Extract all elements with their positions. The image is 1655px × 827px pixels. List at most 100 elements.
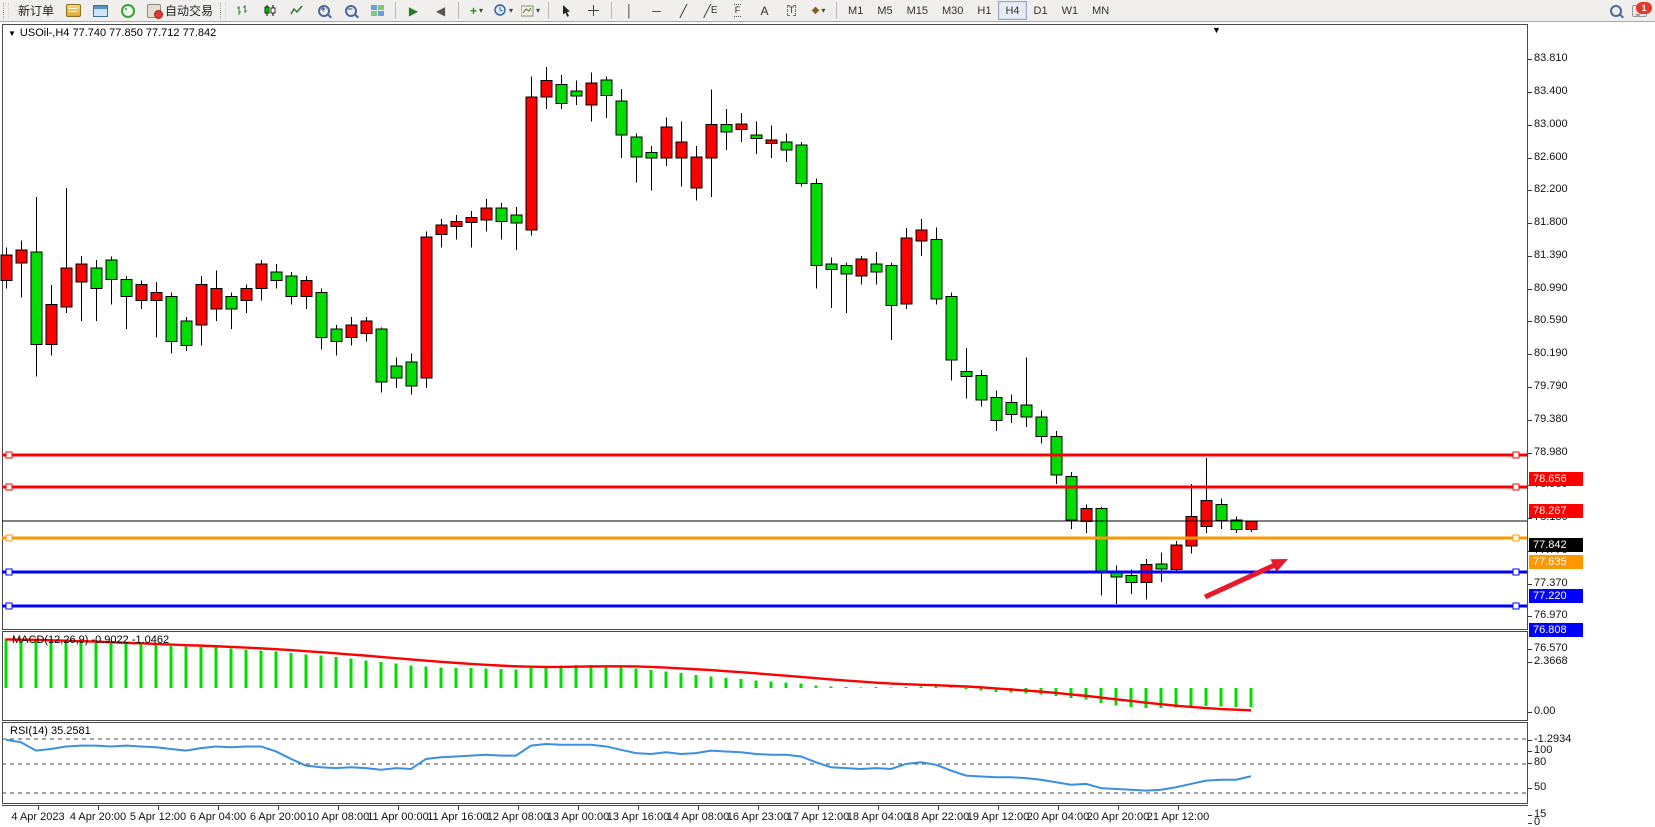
channel-tool-button[interactable]: ╱E xyxy=(697,0,724,21)
time-axis-label: 10 Apr 08:00 xyxy=(307,811,369,823)
macd-axis-label: 0.00 xyxy=(1534,705,1555,717)
text-tool-button[interactable]: A xyxy=(751,0,778,21)
trendline-icon: ╱ xyxy=(680,4,687,18)
rsi-pane[interactable] xyxy=(2,722,1528,804)
text-label-tool-button[interactable]: T xyxy=(778,0,805,21)
main-chart-pane[interactable] xyxy=(2,24,1528,630)
time-axis-label: 18 Apr 04:00 xyxy=(847,811,909,823)
market-watch-button[interactable] xyxy=(60,0,87,21)
price-tick-label: 81.390 xyxy=(1534,249,1568,261)
price-axis[interactable]: 83.81083.40083.00082.60082.20081.80081.3… xyxy=(1528,24,1655,804)
zoom-out-button[interactable]: − xyxy=(337,0,364,21)
price-tag-77.220[interactable]: 77.220 xyxy=(1529,589,1583,603)
price-tag-78.656[interactable]: 78.656 xyxy=(1529,472,1583,486)
tile-windows-button[interactable] xyxy=(364,0,391,21)
price-tag-77.635[interactable]: 77.635 xyxy=(1529,555,1583,569)
price-tick-label: 79.380 xyxy=(1534,413,1568,425)
time-axis-label: 18 Apr 22:00 xyxy=(907,811,969,823)
timeframe-button-M1[interactable]: M1 xyxy=(841,1,870,20)
search-icon[interactable] xyxy=(1610,5,1622,17)
price-tick-label: 82.600 xyxy=(1534,151,1568,163)
chart-shift-button[interactable]: ◀ xyxy=(427,0,454,21)
navigator-button[interactable] xyxy=(114,0,141,21)
shapes-icon: ◆ xyxy=(812,5,820,16)
toolbar-grip[interactable] xyxy=(3,3,9,19)
new-order-button[interactable]: 新订单 xyxy=(12,0,60,21)
rsi-axis-label: 100 xyxy=(1534,744,1552,756)
time-axis-label: 6 Apr 04:00 xyxy=(190,811,246,823)
crosshair-button[interactable] xyxy=(580,0,607,21)
autotrading-button[interactable]: 自动交易 xyxy=(141,0,219,21)
candlestick-chart-icon xyxy=(263,4,276,17)
indicators-button[interactable]: + ▾ xyxy=(463,0,490,21)
shapes-tool-button[interactable]: ◆▾ xyxy=(805,0,832,21)
time-axis-label: 13 Apr 16:00 xyxy=(607,811,669,823)
macd-pane[interactable] xyxy=(2,631,1528,721)
timeframe-button-MN[interactable]: MN xyxy=(1085,1,1116,20)
new-order-label: 新订单 xyxy=(18,2,54,19)
time-axis[interactable]: 4 Apr 20234 Apr 20:005 Apr 12:006 Apr 04… xyxy=(2,805,1528,827)
time-axis-label: 19 Apr 12:00 xyxy=(967,811,1029,823)
current-price-tag[interactable]: 77.842 xyxy=(1529,538,1583,552)
trendline-tool-button[interactable]: ╱ xyxy=(670,0,697,21)
price-tick-label: 76.970 xyxy=(1534,609,1568,621)
candlestick-chart-button[interactable] xyxy=(256,0,283,21)
price-tag-76.808[interactable]: 76.808 xyxy=(1529,623,1583,637)
price-tick-label: 77.370 xyxy=(1534,577,1568,589)
price-tick-label: 80.190 xyxy=(1534,347,1568,359)
timeframe-button-H1[interactable]: H1 xyxy=(970,1,998,20)
macd-axis-label: 2.3668 xyxy=(1534,655,1568,667)
price-tick-label: 79.790 xyxy=(1534,380,1568,392)
price-tag-78.267[interactable]: 78.267 xyxy=(1529,504,1583,518)
horizontal-line-tool-button[interactable]: ─ xyxy=(643,0,670,21)
auto-scroll-button[interactable]: ▶ xyxy=(400,0,427,21)
rsi-axis-label: 80 xyxy=(1534,756,1546,768)
price-tick-label: 83.810 xyxy=(1534,52,1568,64)
vertical-line-tool-button[interactable]: │ xyxy=(616,0,643,21)
market-watch-icon xyxy=(66,4,81,17)
horizontal-line-icon: ─ xyxy=(652,4,661,18)
time-axis-label: 5 Apr 12:00 xyxy=(130,811,186,823)
cursor-button[interactable] xyxy=(553,0,580,21)
periods-button[interactable]: ▾ xyxy=(490,0,517,21)
zoom-in-icon: + xyxy=(318,5,330,17)
time-axis-label: 11 Apr 00:00 xyxy=(367,811,429,823)
chart-shift-icon: ◀ xyxy=(436,4,445,18)
channel-icon: ╱ xyxy=(704,4,711,18)
bar-chart-button[interactable] xyxy=(229,0,256,21)
line-chart-button[interactable] xyxy=(283,0,310,21)
timeframe-button-H4[interactable]: H4 xyxy=(998,1,1026,20)
scroll-anchor-icon[interactable]: ▼ xyxy=(1212,25,1221,35)
timeframe-button-M15[interactable]: M15 xyxy=(900,1,935,20)
data-window-button[interactable] xyxy=(87,0,114,21)
toolbar-separator xyxy=(458,2,459,19)
time-axis-label: 20 Apr 20:00 xyxy=(1087,811,1149,823)
line-chart-icon xyxy=(290,4,304,17)
timeframe-button-D1[interactable]: D1 xyxy=(1027,1,1055,20)
notifications-icon[interactable]: 1 xyxy=(1632,5,1647,17)
periods-clock-icon xyxy=(494,4,507,17)
timeframe-button-M5[interactable]: M5 xyxy=(870,1,899,20)
auto-scroll-icon: ▶ xyxy=(409,4,418,18)
macd-indicator-label: MACD(12,26,9) -0.9022 -1.0462 xyxy=(12,634,169,646)
rsi-axis-label: 50 xyxy=(1534,781,1546,793)
price-tick-label: 80.590 xyxy=(1534,314,1568,326)
autotrading-label: 自动交易 xyxy=(165,2,213,19)
notification-badge: 1 xyxy=(1636,2,1652,14)
timeframe-button-W1[interactable]: W1 xyxy=(1055,1,1086,20)
text-tool-icon: A xyxy=(761,4,769,18)
time-axis-label: 17 Apr 12:00 xyxy=(787,811,849,823)
tile-windows-icon xyxy=(371,5,384,16)
price-tick-label: 83.400 xyxy=(1534,85,1568,97)
symbol-dropdown-icon[interactable]: ▼ xyxy=(8,29,16,38)
fibonacci-tool-button[interactable]: F xyxy=(724,0,751,21)
zoom-in-button[interactable]: + xyxy=(310,0,337,21)
symbol-info-label[interactable]: ▼USOil-,H4 77.740 77.850 77.712 77.842 xyxy=(8,27,216,39)
main-toolbar: 新订单 自动交易 + − ▶ ◀ xyxy=(0,0,1655,22)
fibonacci-icon: F xyxy=(734,4,742,17)
timeframe-button-M30[interactable]: M30 xyxy=(935,1,970,20)
toolbar-grip[interactable] xyxy=(220,3,226,19)
templates-button[interactable]: ▾ xyxy=(517,0,544,21)
time-axis-label: 20 Apr 04:00 xyxy=(1027,811,1089,823)
rsi-axis-label: 0 xyxy=(1534,816,1540,827)
